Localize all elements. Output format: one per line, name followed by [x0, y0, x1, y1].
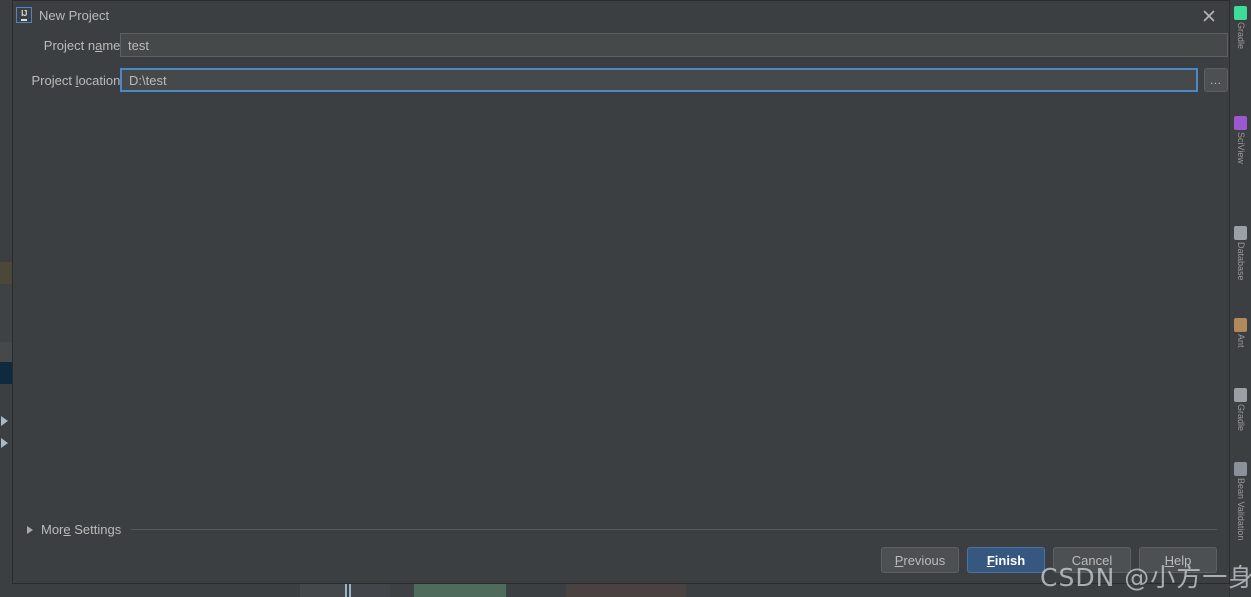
- status-bar-segment: [351, 583, 390, 597]
- help-button[interactable]: Help: [1139, 547, 1217, 573]
- tool-window-bar-right: Gradle SciView Database Ant Gradle Bean Valid…: [1229, 0, 1251, 597]
- ide-tree-band: [0, 284, 12, 342]
- chevron-right-icon: [27, 525, 33, 534]
- tool-window-ant[interactable]: Ant: [1230, 318, 1251, 348]
- ide-project-tree-sliver: [0, 0, 12, 597]
- bean-validation-icon: [1234, 462, 1247, 476]
- dialog-title-bar: IJ New Project: [13, 1, 1229, 30]
- previous-button[interactable]: Previous: [881, 547, 959, 573]
- project-name-input[interactable]: test: [120, 33, 1228, 57]
- more-settings-label: More Settings: [41, 522, 122, 537]
- sciview-icon: [1234, 116, 1247, 130]
- ide-tree-band: [0, 262, 12, 284]
- new-project-dialog: IJ New Project Project name: test Project …: [12, 0, 1230, 584]
- project-location-input[interactable]: D:\test: [120, 68, 1198, 92]
- dialog-title: New Project: [39, 8, 110, 23]
- ant-icon: [1234, 318, 1247, 332]
- tool-window-label: Gradle: [1236, 404, 1246, 432]
- project-form: Project name: test Project location: D:\tes…: [13, 30, 1229, 100]
- tool-window-label: Gradle: [1236, 22, 1246, 50]
- more-settings-separator: [131, 529, 1217, 530]
- gradle-icon: [1234, 6, 1247, 20]
- status-bar-segment: [300, 583, 345, 597]
- gradle-grid-icon: [1234, 388, 1247, 402]
- tool-window-label: SciView: [1236, 132, 1246, 164]
- finish-button[interactable]: Finish: [967, 547, 1045, 573]
- tool-window-sciview[interactable]: SciView: [1230, 116, 1251, 164]
- screen: Gradle SciView Database Ant Gradle Bean Valid…: [0, 0, 1251, 597]
- tool-window-gradle[interactable]: Gradle: [1230, 6, 1251, 49]
- tool-window-label: Database: [1236, 242, 1246, 281]
- ide-tree-band: [0, 0, 12, 262]
- status-bar-segment: [566, 583, 686, 597]
- tool-window-label: Ant: [1236, 334, 1246, 348]
- tool-window-gradle[interactable]: Gradle: [1230, 388, 1251, 431]
- app-icon-text: IJ: [21, 9, 27, 21]
- status-bar-segment: [390, 583, 414, 597]
- tool-window-bean-validation[interactable]: Bean Validation: [1230, 462, 1251, 540]
- tree-expand-arrow-icon[interactable]: [1, 438, 8, 448]
- ide-status-bar: [0, 583, 1251, 597]
- form-row: Project location: D:\test…: [13, 65, 1229, 100]
- database-icon: [1234, 226, 1247, 240]
- close-icon[interactable]: [1199, 6, 1219, 26]
- ide-tree-band: [0, 362, 12, 384]
- more-settings-toggle[interactable]: More Settings: [27, 522, 1217, 537]
- dialog-button-bar: Previous Finish Cancel Help: [881, 547, 1217, 573]
- status-bar-segment: [506, 583, 566, 597]
- field-label: Project name:: [43, 38, 124, 53]
- intellij-idea-icon: IJ: [16, 7, 32, 23]
- status-bar-segment: [414, 583, 506, 597]
- tool-window-database[interactable]: Database: [1230, 226, 1251, 281]
- cancel-button[interactable]: Cancel: [1053, 547, 1131, 573]
- ide-tree-band: [0, 342, 12, 362]
- tool-window-label: Bean Validation: [1236, 478, 1246, 541]
- status-bar-segment: [0, 583, 300, 597]
- status-bar-segment: [686, 583, 1251, 597]
- tree-expand-arrow-icon[interactable]: [1, 416, 8, 426]
- form-row: Project name: test: [13, 30, 1229, 65]
- browse-button[interactable]: …: [1204, 68, 1228, 92]
- field-label: Project location:: [31, 73, 124, 88]
